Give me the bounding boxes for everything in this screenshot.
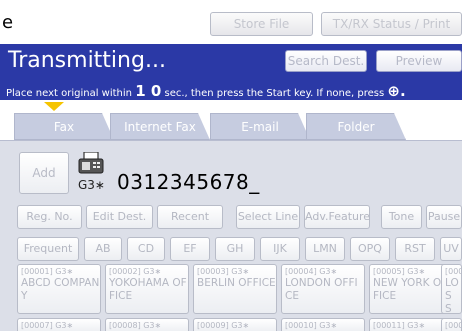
entry-code: [00012] — [445, 321, 461, 330]
group-gh-button[interactable]: GH — [215, 237, 255, 261]
recent-button[interactable]: Recent — [157, 205, 223, 229]
destination-entry[interactable]: [00006] LOS S — [441, 264, 462, 314]
status-message-part2: sec., then press the Start key. If none,… — [164, 88, 385, 99]
group-opq-button[interactable]: OPQ — [350, 237, 390, 261]
entry-code: [00005] G3∗ — [373, 267, 426, 276]
destination-entry[interactable]: [00001] G3∗ ABCD COMPANY — [17, 264, 101, 314]
destination-entry[interactable]: [00010] G3∗ — [281, 318, 365, 331]
destination-entry[interactable]: [00007] G3∗ — [17, 318, 101, 331]
group-ijk-button[interactable]: IJK — [260, 237, 300, 261]
destination-entry[interactable]: [00004] G3∗ LONDON OFFICE — [281, 264, 365, 314]
status-message: Place next original within 1 0 sec., the… — [6, 82, 406, 100]
group-lmn-button[interactable]: LMN — [305, 237, 345, 261]
entry-code: [00009] G3∗ — [197, 321, 250, 330]
tab-internet-fax[interactable]: Internet Fax — [110, 113, 210, 140]
status-message-seconds: 1 0 — [135, 82, 162, 100]
status-message-part1: Place next original within — [6, 88, 132, 99]
destination-entry[interactable]: [00008] G3∗ — [105, 318, 189, 331]
select-line-button[interactable]: Select Line — [236, 205, 300, 229]
entry-code: [00010] G3∗ — [285, 321, 338, 330]
tab-e-mail[interactable]: E-mail — [210, 113, 310, 140]
edit-dest-button[interactable]: Edit Dest. — [86, 205, 153, 229]
destination-entry[interactable]: [00012] — [441, 318, 462, 331]
triangle-down-icon — [44, 102, 64, 111]
pause-button[interactable]: Pause — [426, 205, 462, 229]
entry-code: [00001] G3∗ — [21, 267, 74, 276]
destination-entry[interactable]: [00002] G3∗ YOKOHAMA OFFICE — [105, 264, 189, 314]
top-bar: e Store File TX/RX Status / Print — [0, 0, 462, 44]
entry-name: NEW YORK OFFICE — [373, 277, 448, 302]
group-ef-button[interactable]: EF — [170, 237, 210, 261]
fax-machine-icon — [78, 152, 104, 174]
entry-code: [00002] G3∗ — [109, 267, 162, 276]
transmission-status-panel: Transmitting... Search Dest. Preview Pla… — [0, 44, 462, 100]
status-title: Transmitting... — [8, 48, 166, 73]
entry-name: ABCD COMPANY — [21, 277, 100, 302]
destination-entry[interactable]: [00009] G3∗ — [193, 318, 277, 331]
line-type-label: G3∗ — [78, 178, 105, 192]
store-file-button[interactable]: Store File — [210, 12, 313, 36]
mode-title-fragment: e — [2, 12, 14, 33]
group-cd-button[interactable]: CD — [127, 237, 165, 261]
entry-name: LOS S — [445, 277, 459, 314]
group-uv-button[interactable]: UV — [440, 237, 462, 261]
entry-code: [00006] — [445, 267, 461, 276]
adv-features-button[interactable]: Adv.Features — [304, 205, 370, 229]
group-rst-button[interactable]: RST — [395, 237, 435, 261]
destination-entry[interactable]: [00003] G3∗ BERLIN OFFICE — [193, 264, 277, 314]
entry-name: YOKOHAMA OFFICE — [109, 277, 187, 302]
tone-button[interactable]: Tone — [381, 205, 422, 229]
entry-code: [00011] G3∗ — [373, 321, 426, 330]
search-dest-button[interactable]: Search Dest. — [285, 50, 367, 72]
group-ab-button[interactable]: AB — [84, 237, 122, 261]
tab-folder[interactable]: Folder — [306, 113, 406, 140]
entry-code: [00007] G3∗ — [21, 321, 74, 330]
reg-no-button[interactable]: Reg. No. — [17, 205, 82, 229]
entry-name: BERLIN OFFICE — [197, 277, 276, 289]
entry-name: LONDON OFFICE — [285, 277, 358, 302]
add-destination-button[interactable]: Add — [19, 152, 69, 194]
start-symbol: ⊕. — [387, 82, 406, 100]
txrx-status-button[interactable]: TX/RX Status / Print — [321, 12, 462, 36]
destination-number-field[interactable]: 0312345678_ — [117, 170, 260, 194]
entry-code: [00008] G3∗ — [109, 321, 162, 330]
entry-code: [00004] G3∗ — [285, 267, 338, 276]
entry-code: [00003] G3∗ — [197, 267, 250, 276]
tab-fax[interactable]: Fax — [14, 113, 114, 140]
group-frequent-button[interactable]: Frequent — [17, 237, 79, 261]
preview-button[interactable]: Preview — [376, 50, 462, 72]
